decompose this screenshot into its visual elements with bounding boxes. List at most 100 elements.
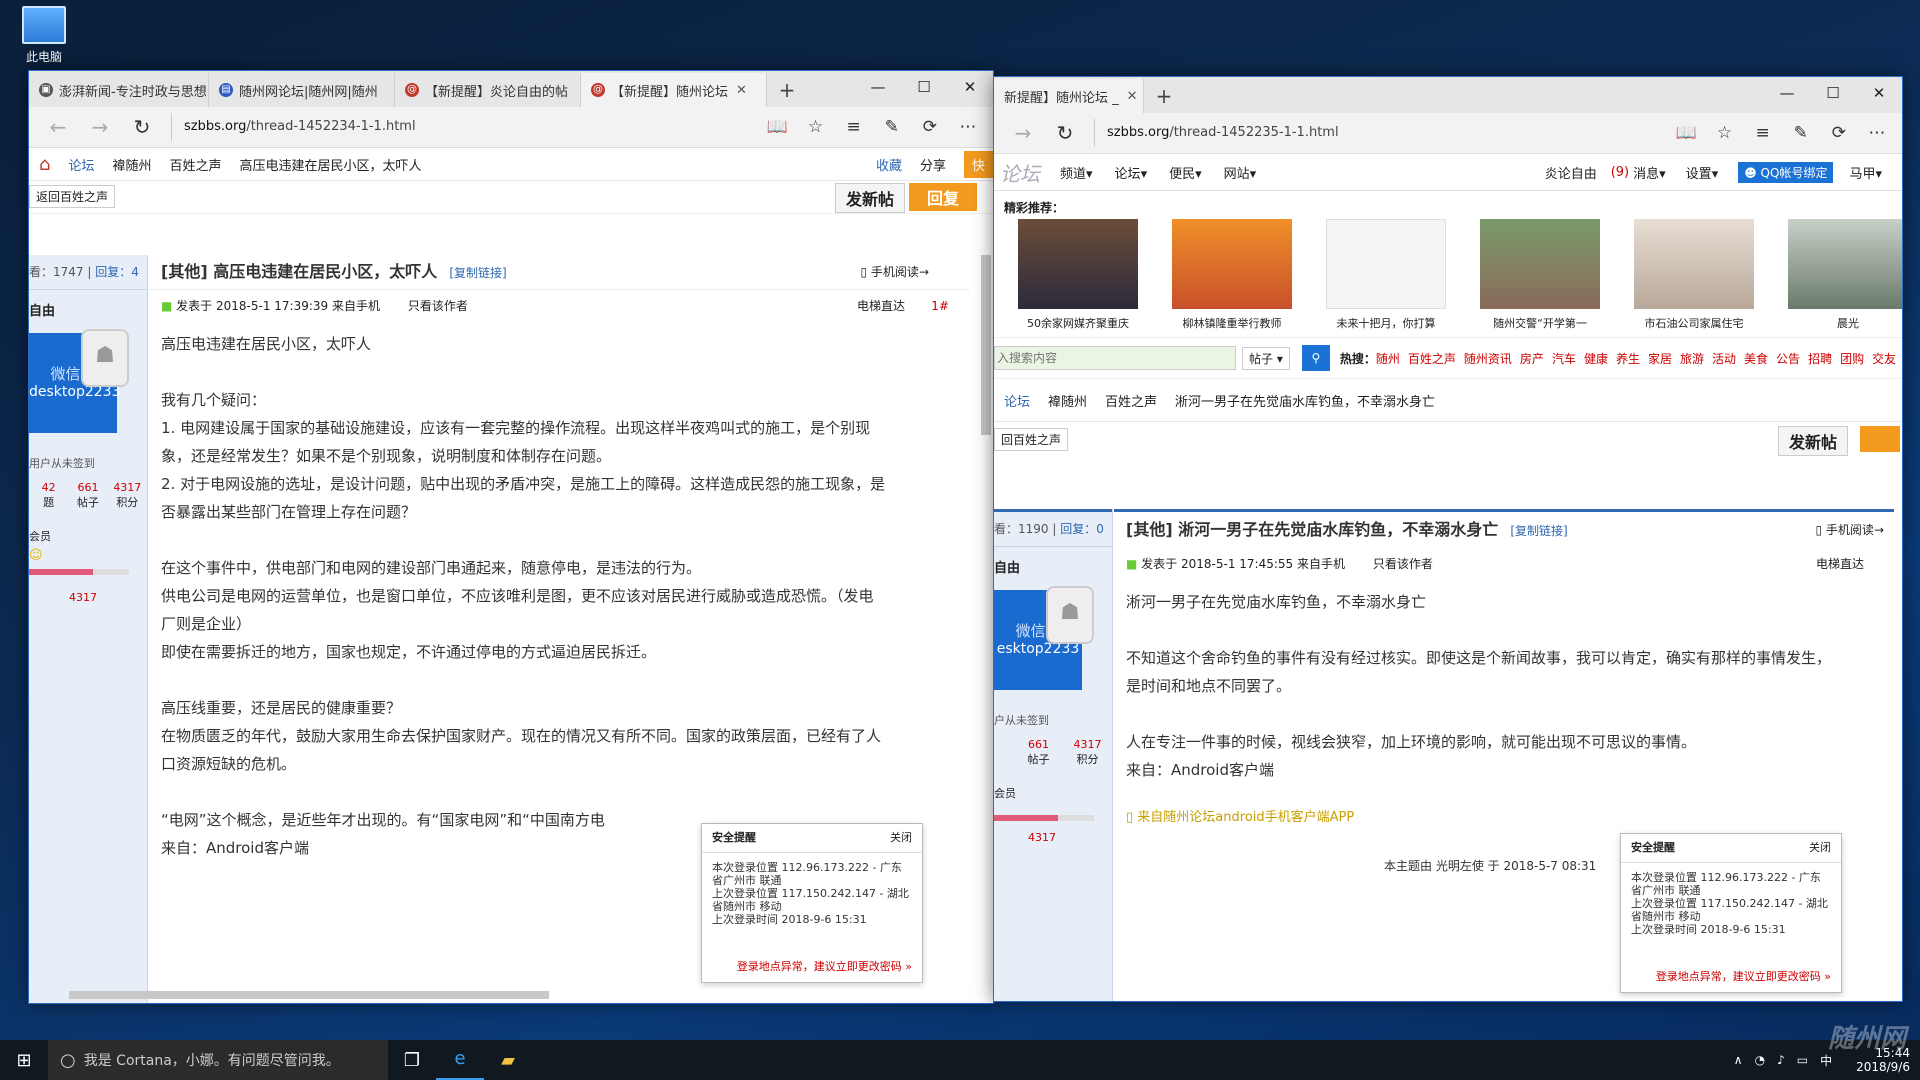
more-icon[interactable]: ⋯	[1860, 123, 1894, 143]
reading-view-icon[interactable]: 📖	[760, 117, 794, 137]
author-only-link[interactable]: 只看该作者	[408, 299, 468, 313]
reply-button[interactable]	[1860, 426, 1900, 452]
hub-icon[interactable]: ≡	[1746, 123, 1780, 143]
change-password-link[interactable]: 登录地点异常，建议立即更改密码 »	[737, 958, 912, 974]
volume-icon[interactable]: ♪	[1777, 1053, 1785, 1067]
reading-view-icon[interactable]: 📖	[1669, 123, 1703, 143]
search-type-select[interactable]: 帖子 ▾	[1242, 346, 1290, 370]
tab-1[interactable]: ▣ 澎湃新闻-专注时政与思想	[29, 73, 209, 107]
pick-item[interactable]: 未来十把月，你打算	[1326, 219, 1446, 331]
menu-sites[interactable]: 网站▾	[1224, 163, 1257, 182]
back-to-section-button[interactable]: 返回百姓之声	[29, 185, 116, 208]
hub-icon[interactable]: ≡	[837, 117, 871, 137]
maximize-button[interactable]: ☐	[901, 71, 947, 103]
menu-forum[interactable]: 论坛▾	[1115, 163, 1148, 182]
crumb-section[interactable]: 百姓之声	[1105, 391, 1157, 410]
mobile-read-link[interactable]: ▯ 手机阅读→	[1816, 512, 1885, 548]
pick-item[interactable]: 柳林镇隆重举行教师	[1172, 219, 1292, 331]
search-button[interactable]: ⚲	[1301, 345, 1330, 371]
back-to-section-button[interactable]: 回百姓之声	[994, 428, 1069, 451]
messages-menu[interactable]: 消息▾	[1633, 163, 1666, 182]
cortana-search[interactable]: ○ 我是 Cortana，小娜。有问题尽管问我。	[48, 1040, 388, 1080]
hot-link[interactable]: 随州	[1376, 352, 1400, 366]
hot-link[interactable]: 汽车	[1552, 352, 1576, 366]
url-field[interactable]: szbbs.org/thread-1452234-1-1.html	[171, 113, 760, 141]
favorite-star-icon[interactable]: ☆	[798, 117, 832, 137]
back-button[interactable]: ←	[37, 115, 79, 139]
note-icon[interactable]: ✎	[1784, 123, 1818, 143]
hot-link[interactable]: 公告	[1776, 352, 1800, 366]
tray-chevron-icon[interactable]: ∧	[1734, 1053, 1743, 1067]
horizontal-scrollbar[interactable]	[69, 991, 549, 999]
copy-link[interactable]: [复制链接]	[449, 266, 506, 280]
hot-link[interactable]: 招聘	[1808, 352, 1832, 366]
new-tab-button[interactable]: +	[767, 73, 807, 107]
pick-item[interactable]: 随州交警“开学第一	[1480, 219, 1600, 331]
author-only-link[interactable]: 只看该作者	[1373, 557, 1433, 571]
pick-item[interactable]: 晨光	[1788, 219, 1902, 331]
reply-button[interactable]: 回复	[909, 183, 978, 211]
minimize-button[interactable]: —	[1764, 77, 1810, 109]
crumb-section[interactable]: 百姓之声	[169, 155, 221, 174]
home-icon[interactable]: ⌂	[39, 154, 50, 175]
desktop-icon-this-pc[interactable]: 此电脑	[14, 6, 74, 65]
hot-link[interactable]: 旅游	[1680, 352, 1704, 366]
author-name[interactable]: 自由	[29, 290, 147, 333]
security-close-button[interactable]: 关闭	[1809, 834, 1831, 862]
new-tab-button[interactable]: +	[1144, 79, 1184, 113]
vest-menu[interactable]: 马甲▾	[1849, 163, 1882, 182]
app-link[interactable]: ▯ 来自随州论坛android手机客户端APP	[1126, 804, 1882, 832]
more-icon[interactable]: ⋯	[951, 117, 985, 137]
crumb-suizhou[interactable]: 褘随州	[1048, 391, 1087, 410]
new-post-button[interactable]: 发新帖	[1778, 426, 1849, 456]
crumb-forum[interactable]: 论坛	[1004, 391, 1030, 410]
hot-link[interactable]: 百姓之声	[1408, 352, 1456, 366]
url-field[interactable]: szbbs.org/thread-1452235-1-1.html	[1094, 119, 1669, 147]
site-logo[interactable]: 论坛	[1000, 158, 1040, 187]
network-icon[interactable]: ◔	[1755, 1053, 1765, 1067]
mobile-read-link[interactable]: ▯ 手机阅读→	[861, 255, 930, 289]
close-tab-icon[interactable]: ✕	[736, 83, 747, 98]
search-input[interactable]	[994, 346, 1236, 370]
security-close-button[interactable]: 关闭	[890, 824, 912, 852]
tab-2[interactable]: ▤ 随州网论坛|随州网|随州	[209, 73, 395, 107]
refresh-button[interactable]: ↻	[1044, 121, 1086, 145]
forward-button[interactable]: →	[1002, 121, 1044, 145]
fav-link[interactable]: 收藏	[876, 155, 902, 174]
username-link[interactable]: 炎论自由	[1545, 163, 1597, 182]
share-icon[interactable]: ⟳	[913, 117, 947, 137]
notifications-icon[interactable]: ▭	[1797, 1053, 1808, 1067]
minimize-button[interactable]: —	[855, 71, 901, 103]
tab-3[interactable]: @ 【新提醒】炎论自由的帖	[395, 73, 581, 107]
share-link[interactable]: 分享	[920, 155, 946, 174]
close-window-button[interactable]: ✕	[1856, 77, 1902, 109]
file-explorer-button[interactable]: ▰	[484, 1050, 532, 1071]
tab-active[interactable]: 新提醒】随州论坛 _ ✕	[994, 79, 1144, 113]
hot-link[interactable]: 美食	[1744, 352, 1768, 366]
refresh-button[interactable]: ↻	[121, 115, 163, 139]
pick-item[interactable]: 50余家网媒齐聚重庆	[1018, 219, 1138, 331]
hot-link[interactable]: 活动	[1712, 352, 1736, 366]
close-window-button[interactable]: ✕	[947, 71, 993, 103]
menu-channels[interactable]: 频道▾	[1060, 163, 1093, 182]
quick-button[interactable]: 快	[963, 150, 993, 178]
edge-taskbar-button[interactable]: e	[436, 1040, 484, 1080]
new-post-button[interactable]: 发新帖	[835, 183, 906, 213]
author-name[interactable]: 自由	[994, 547, 1112, 590]
qq-bind-button[interactable]: ☻ QQ帐号绑定	[1738, 161, 1834, 183]
hot-link[interactable]: 养生	[1616, 352, 1640, 366]
hot-link[interactable]: 房产	[1520, 352, 1544, 366]
hot-link[interactable]: 健康	[1584, 352, 1608, 366]
hot-link[interactable]: 交友	[1872, 352, 1896, 366]
maximize-button[interactable]: ☐	[1810, 77, 1856, 109]
crumb-forum[interactable]: 论坛	[68, 155, 94, 174]
close-tab-icon[interactable]: ✕	[1127, 89, 1138, 104]
forward-button[interactable]: →	[79, 115, 121, 139]
hot-link[interactable]: 家居	[1648, 352, 1672, 366]
vertical-scrollbar[interactable]	[981, 255, 991, 435]
copy-link[interactable]: [复制链接]	[1510, 524, 1567, 538]
hot-link[interactable]: 团购	[1840, 352, 1864, 366]
task-view-button[interactable]: ❐	[388, 1050, 436, 1071]
start-button[interactable]: ⊞	[0, 1050, 48, 1071]
tab-4-active[interactable]: @ 【新提醒】随州论坛 ✕	[581, 73, 767, 107]
